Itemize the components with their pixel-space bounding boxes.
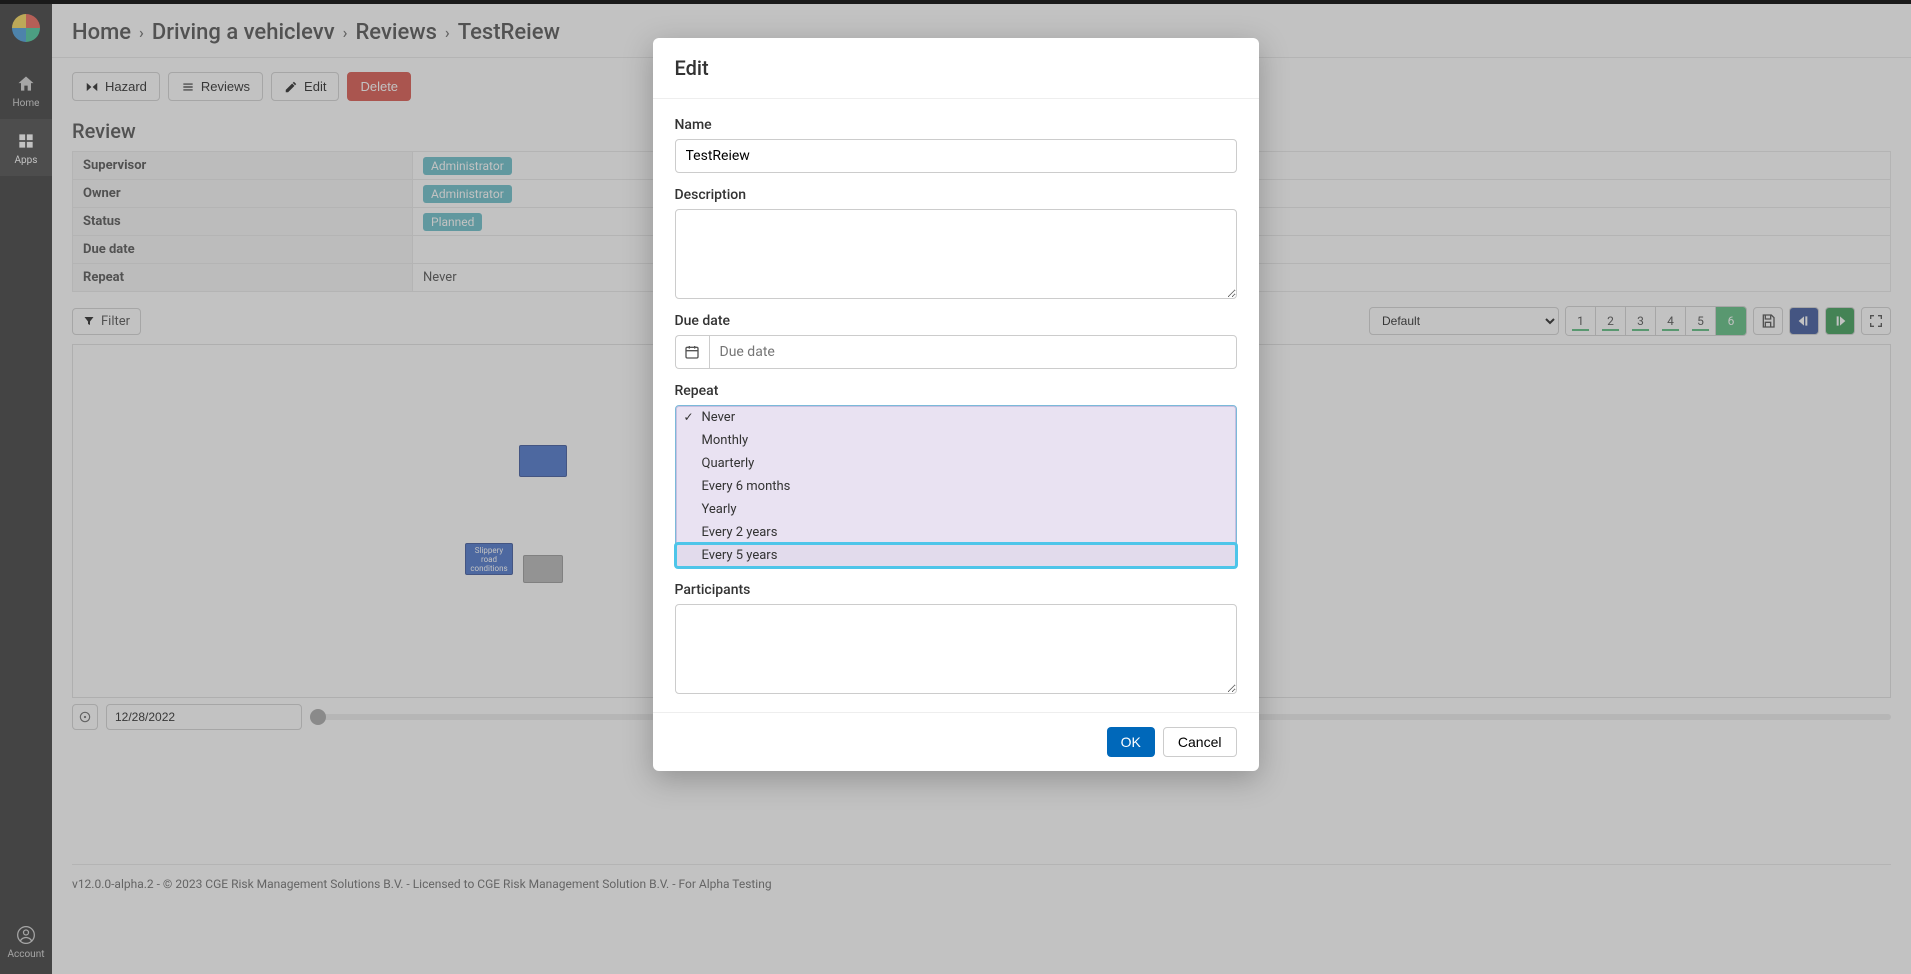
repeat-option-6months[interactable]: Every 6 months [676, 475, 1236, 498]
description-textarea[interactable] [675, 209, 1237, 299]
repeat-option-5years[interactable]: Every 5 years [676, 544, 1236, 567]
name-input[interactable] [675, 139, 1237, 173]
participants-textarea[interactable] [675, 604, 1237, 694]
repeat-select-dropdown[interactable]: Never Monthly Quarterly Every 6 months Y… [675, 405, 1237, 568]
participants-label: Participants [675, 582, 1237, 598]
repeat-option-2years[interactable]: Every 2 years [676, 521, 1236, 544]
duedate-input[interactable] [709, 335, 1237, 369]
repeat-option-quarterly[interactable]: Quarterly [676, 452, 1236, 475]
modal-footer: OK Cancel [653, 712, 1259, 771]
repeat-option-monthly[interactable]: Monthly [676, 429, 1236, 452]
cancel-button[interactable]: Cancel [1163, 727, 1237, 757]
modal-overlay[interactable]: Edit Name Description Due date Repeat [0, 4, 1911, 974]
calendar-icon [684, 344, 700, 360]
calendar-button[interactable] [675, 335, 709, 369]
repeat-select-wrap: Never Monthly Quarterly Every 6 months Y… [675, 405, 1237, 568]
modal-title: Edit [653, 38, 1259, 99]
modal-body: Name Description Due date Repeat Neve [653, 99, 1259, 712]
duedate-label: Due date [675, 313, 1237, 329]
ok-button[interactable]: OK [1107, 727, 1155, 757]
description-label: Description [675, 187, 1237, 203]
repeat-label: Repeat [675, 383, 1237, 399]
edit-modal: Edit Name Description Due date Repeat [653, 38, 1259, 771]
repeat-options-list: Never Monthly Quarterly Every 6 months Y… [676, 406, 1236, 567]
repeat-option-never[interactable]: Never [676, 406, 1236, 429]
name-label: Name [675, 117, 1237, 133]
repeat-option-yearly[interactable]: Yearly [676, 498, 1236, 521]
duedate-row [675, 335, 1237, 369]
